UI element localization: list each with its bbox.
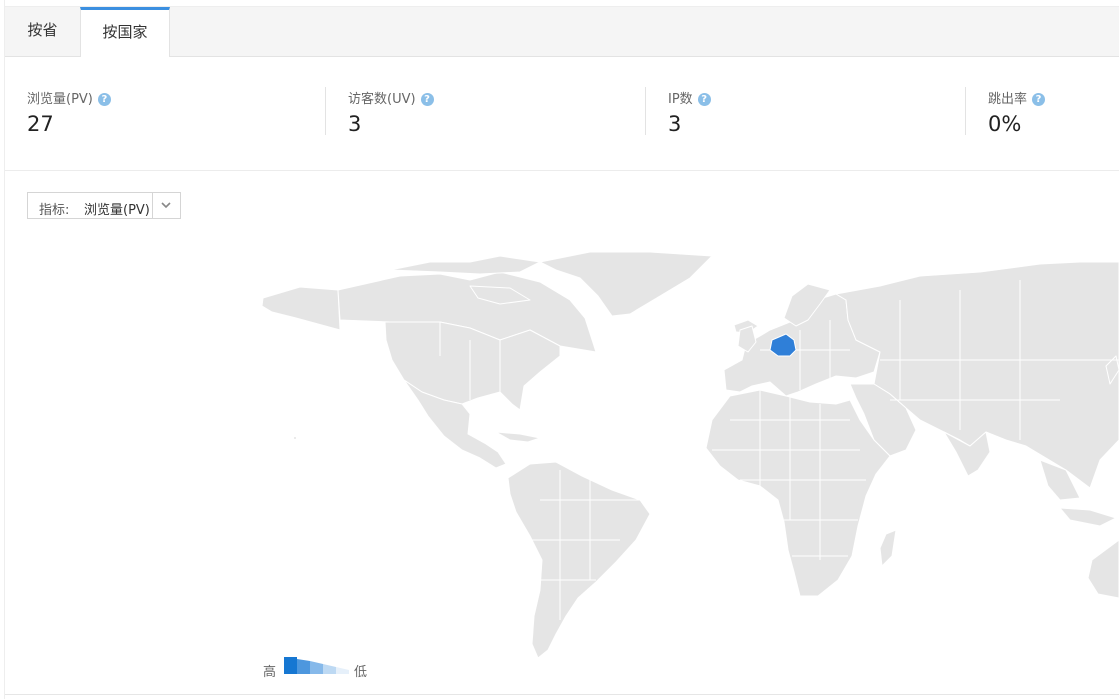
legend-step bbox=[323, 664, 336, 674]
stat-value: 0% bbox=[988, 112, 1022, 136]
stat-label: 浏览量(PV) bbox=[27, 92, 93, 107]
metric-select-value: 浏览量(PV) bbox=[84, 203, 150, 218]
bottom-divider bbox=[5, 694, 1119, 695]
dropdown-toggle[interactable] bbox=[152, 193, 180, 218]
stat-value: 3 bbox=[348, 112, 362, 136]
stat-label: 访客数(UV) bbox=[348, 92, 416, 107]
stat-label: IP数 bbox=[668, 92, 693, 107]
region-alaska bbox=[261, 286, 341, 331]
tab-bar: 按省 按国家 bbox=[5, 6, 1119, 57]
legend-high-label: 高 bbox=[263, 665, 277, 680]
help-icon[interactable]: ? bbox=[697, 93, 711, 106]
region-usa bbox=[384, 321, 561, 411]
region-caribbean bbox=[495, 431, 541, 443]
chevron-down-icon bbox=[161, 202, 171, 209]
region-madagascar bbox=[879, 529, 897, 567]
metric-select-prefix: 指标: bbox=[39, 203, 70, 218]
legend-step bbox=[284, 657, 297, 674]
metric-select[interactable]: 指标: 浏览量(PV) bbox=[27, 192, 181, 219]
stat-uv: 访客数(UV)? 3 bbox=[326, 56, 646, 170]
help-icon[interactable]: ? bbox=[1032, 93, 1046, 106]
world-map bbox=[261, 251, 1119, 659]
stat-bounce-rate: 跳出率? 0% bbox=[966, 56, 1116, 170]
stats-panel: 浏览量(PV)? 27 访客数(UV)? 3 IP数? 3 跳出率? 0% bbox=[5, 56, 1119, 171]
legend-gradient bbox=[284, 657, 349, 674]
tab-by-country[interactable]: 按国家 bbox=[80, 7, 170, 57]
legend-step bbox=[336, 667, 349, 674]
legend-step bbox=[310, 661, 323, 674]
legend-low-label: 低 bbox=[354, 665, 368, 680]
region-africa bbox=[705, 389, 891, 597]
region-indonesia bbox=[1059, 507, 1117, 527]
stat-ip: IP数? 3 bbox=[646, 56, 966, 170]
region-australia bbox=[1087, 539, 1119, 599]
stat-pv: 浏览量(PV)? 27 bbox=[5, 56, 325, 170]
legend-step bbox=[297, 659, 310, 674]
stat-value: 3 bbox=[668, 112, 682, 136]
region-arctic-islands bbox=[389, 255, 541, 275]
stat-value: 27 bbox=[27, 112, 54, 136]
help-icon[interactable]: ? bbox=[97, 93, 111, 106]
tab-by-province[interactable]: 按省 bbox=[5, 7, 80, 56]
help-icon[interactable]: ? bbox=[420, 93, 434, 106]
map-dot bbox=[294, 437, 296, 439]
stat-label: 跳出率 bbox=[988, 92, 1028, 107]
region-south-america bbox=[507, 461, 651, 659]
